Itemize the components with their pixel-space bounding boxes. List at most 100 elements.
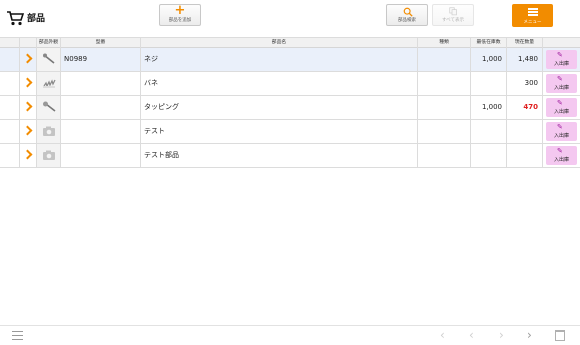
part-model (61, 72, 141, 95)
first-page-icon[interactable]: ‹ (440, 329, 445, 341)
header-model: 型番 (61, 38, 141, 48)
header-io (543, 38, 580, 48)
footer-toolbar: ‹ ‹ › › (0, 325, 580, 345)
header-name: 部品名 (141, 38, 418, 48)
part-name: テスト部品 (141, 144, 418, 167)
next-page-icon[interactable]: › (499, 329, 504, 341)
part-name: ネジ (141, 48, 418, 71)
row-select-cell[interactable] (0, 144, 20, 167)
header-stock: 現在数量 (507, 38, 543, 48)
pencil-icon: ✎ (557, 51, 563, 59)
stock-io-label: 入出庫 (553, 133, 569, 139)
table-row[interactable]: バネ 300 ✎ 入出庫 (0, 72, 580, 96)
table-row[interactable]: タッピング 1,000 470 ✎ 入出庫 (0, 96, 580, 120)
part-name: タッピング (141, 96, 418, 119)
row-open-cell[interactable] (20, 72, 37, 95)
part-min-stock: 1,000 (471, 48, 507, 71)
add-part-label: 部品を追加 (168, 18, 192, 23)
row-open-cell[interactable] (20, 144, 37, 167)
show-all-label: すべて表示 (441, 18, 464, 23)
stock-io-button[interactable]: ✎ 入出庫 (546, 146, 577, 165)
chevron-right-icon[interactable] (22, 125, 33, 136)
camera-icon (43, 150, 55, 160)
header-arrow (20, 38, 37, 48)
stock-io-button[interactable]: ✎ 入出庫 (546, 98, 577, 117)
previous-page-icon[interactable]: ‹ (469, 329, 474, 341)
part-model: N0989 (61, 48, 141, 71)
part-stock: 300 (507, 72, 543, 95)
pencil-icon: ✎ (557, 123, 563, 131)
part-image-cell (37, 72, 61, 95)
chevron-right-icon[interactable] (22, 149, 33, 160)
io-cell: ✎ 入出庫 (543, 72, 580, 95)
part-min-stock (471, 120, 507, 143)
row-select-cell[interactable] (0, 96, 20, 119)
row-select-cell[interactable] (0, 72, 20, 95)
stock-io-button[interactable]: ✎ 入出庫 (546, 50, 577, 69)
row-open-cell[interactable] (20, 120, 37, 143)
stock-io-label: 入出庫 (553, 157, 569, 163)
part-kind (418, 48, 471, 71)
list-icon[interactable] (12, 331, 23, 340)
parts-screen: 部品 + 部品を追加 部品検索 すべて表示 メニュー 部品外観 型番 部品名 種… (0, 0, 580, 345)
io-cell: ✎ 入出庫 (543, 120, 580, 143)
io-cell: ✎ 入出庫 (543, 144, 580, 167)
part-image-cell (37, 96, 61, 119)
table-row[interactable]: テスト部品 ✎ 入出庫 (0, 144, 580, 168)
row-open-cell[interactable] (20, 96, 37, 119)
part-image-cell (37, 48, 61, 71)
header-kind: 種類 (418, 38, 471, 48)
part-kind (418, 120, 471, 143)
part-min-stock (471, 72, 507, 95)
part-stock (507, 120, 543, 143)
camera-icon (43, 126, 55, 136)
search-parts-button[interactable]: 部品検索 (386, 4, 428, 26)
table-row[interactable]: N0989 ネジ 1,000 1,480 ✎ 入出庫 (0, 48, 580, 72)
part-kind (418, 96, 471, 119)
header-bar: 部品 + 部品を追加 部品検索 すべて表示 メニュー (0, 0, 580, 36)
header-select (0, 38, 20, 48)
part-model (61, 144, 141, 167)
pencil-icon: ✎ (557, 147, 563, 155)
plus-icon: + (174, 3, 186, 18)
row-select-cell[interactable] (0, 48, 20, 71)
cart-icon (7, 11, 24, 26)
part-name: テスト (141, 120, 418, 143)
chevron-right-icon[interactable] (22, 101, 33, 112)
search-icon (403, 7, 413, 17)
row-select-cell[interactable] (0, 120, 20, 143)
show-all-button[interactable]: すべて表示 (432, 4, 474, 26)
spring-icon (43, 79, 56, 88)
copy-icon (449, 7, 457, 16)
add-part-button[interactable]: + 部品を追加 (159, 4, 201, 26)
menu-label: メニュー (523, 20, 542, 25)
search-parts-label: 部品検索 (398, 18, 416, 23)
part-image-cell (37, 120, 61, 143)
part-min-stock (471, 144, 507, 167)
stock-io-button[interactable]: ✎ 入出庫 (546, 74, 577, 93)
table-header: 部品外観 型番 部品名 種類 最低在庫数 現在数量 (0, 37, 580, 48)
stock-io-label: 入出庫 (553, 61, 569, 67)
part-name: バネ (141, 72, 418, 95)
io-cell: ✎ 入出庫 (543, 96, 580, 119)
last-page-icon[interactable]: › (527, 329, 532, 341)
io-cell: ✎ 入出庫 (543, 48, 580, 71)
menu-button[interactable]: メニュー (512, 4, 553, 27)
pencil-icon: ✎ (557, 99, 563, 107)
stock-io-button[interactable]: ✎ 入出庫 (546, 122, 577, 141)
part-model (61, 120, 141, 143)
part-image-cell (37, 144, 61, 167)
hamburger-icon (528, 8, 538, 16)
trash-icon[interactable] (555, 330, 565, 341)
screw-icon (43, 53, 55, 64)
row-open-cell[interactable] (20, 48, 37, 71)
part-model (61, 96, 141, 119)
table-row[interactable]: テスト ✎ 入出庫 (0, 120, 580, 144)
chevron-right-icon[interactable] (22, 77, 33, 88)
part-stock: 1,480 (507, 48, 543, 71)
tapping-screw-icon (43, 101, 56, 112)
chevron-right-icon[interactable] (22, 53, 33, 64)
part-stock: 470 (507, 96, 543, 119)
parts-table: 部品外観 型番 部品名 種類 最低在庫数 現在数量 N0989 ネジ 1,000… (0, 37, 580, 168)
pencil-icon: ✎ (557, 75, 563, 83)
